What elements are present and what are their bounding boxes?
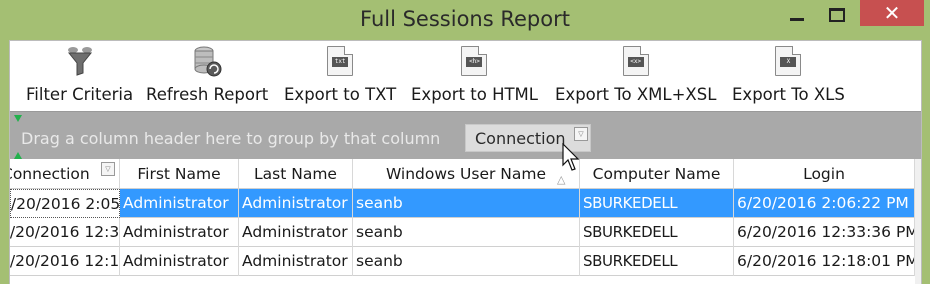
- client-area: Filter Criteria Refresh Report txt Expor…: [9, 40, 922, 284]
- grid-header: Connection ▽ First Name Last Name Window…: [10, 159, 921, 189]
- table-row[interactable]: 6/20/2016 12:17 Administrator Administra…: [10, 247, 921, 276]
- close-icon: ✕: [883, 1, 901, 25]
- cell-windows-user-name: seanb: [353, 189, 580, 218]
- close-button[interactable]: ✕: [860, 0, 924, 26]
- drop-indicator-down-icon: [14, 115, 22, 122]
- cell-computer-name: SBURKEDELL: [580, 218, 734, 247]
- export-xls-button[interactable]: X Export To XLS: [732, 45, 845, 107]
- export-txt-button[interactable]: txt Export to TXT: [284, 45, 396, 107]
- cell-connection: 6/20/2016 12:17: [10, 247, 120, 276]
- toolbar: Filter Criteria Refresh Report txt Expor…: [10, 41, 921, 109]
- filter-dropdown-icon[interactable]: ▽: [101, 162, 115, 176]
- cell-windows-user-name: seanb: [353, 218, 580, 247]
- column-header-first-name[interactable]: First Name: [120, 159, 239, 189]
- database-refresh-icon: [192, 45, 222, 77]
- maximize-button[interactable]: [820, 0, 854, 30]
- cell-login: 6/20/2016 12:33:36 PM: [734, 218, 915, 247]
- column-header-windows-user-name[interactable]: Windows User Name: [353, 159, 580, 189]
- cell-connection: 6/20/2016 2:05:5: [10, 189, 120, 218]
- export-txt-label: Export to TXT: [284, 85, 397, 104]
- cell-computer-name: SBURKEDELL: [580, 247, 734, 276]
- column-header-login[interactable]: Login: [734, 159, 915, 189]
- cell-last-name: Administrator: [239, 189, 353, 218]
- sessions-grid: Connection ▽ First Name Last Name Window…: [10, 159, 921, 284]
- cell-login: 6/20/2016 12:18:01 PM: [734, 247, 915, 276]
- export-html-button[interactable]: <h> Export to HTML: [411, 45, 538, 107]
- dragged-column-label: Connection: [475, 129, 566, 148]
- title-bar[interactable]: Full Sessions Report ✕: [0, 0, 930, 38]
- export-xml-xsl-label: Export To XML+XSL: [555, 85, 717, 104]
- column-header-last-name[interactable]: Last Name: [239, 159, 353, 189]
- funnel-icon: [65, 45, 95, 77]
- refresh-report-label: Refresh Report: [146, 85, 269, 104]
- vertical-scrollbar[interactable]: [915, 159, 921, 284]
- table-row[interactable]: 6/20/2016 2:05:5 Administrator Administr…: [10, 189, 921, 218]
- column-header-computer-name[interactable]: Computer Name: [580, 159, 734, 189]
- minimize-icon: [790, 17, 804, 21]
- cell-connection: 6/20/2016 12:33: [10, 218, 120, 247]
- filter-criteria-button[interactable]: Filter Criteria: [26, 45, 133, 107]
- sort-indicator-icon: △: [557, 173, 566, 186]
- group-by-panel[interactable]: Drag a column header here to group by th…: [10, 111, 921, 159]
- xml-file-icon: <x>: [621, 45, 651, 77]
- export-xml-xsl-button[interactable]: <x> Export To XML+XSL: [555, 45, 716, 107]
- export-html-label: Export to HTML: [411, 85, 538, 104]
- cell-login: 6/20/2016 2:06:22 PM: [734, 189, 915, 218]
- cell-computer-name: SBURKEDELL: [580, 189, 734, 218]
- cell-first-name: Administrator: [120, 189, 239, 218]
- table-row[interactable]: 6/20/2016 12:33 Administrator Administra…: [10, 218, 921, 247]
- txt-file-icon: txt: [325, 45, 355, 77]
- report-window: Full Sessions Report ✕ Filter Criteria R…: [0, 0, 930, 284]
- cell-windows-user-name: seanb: [353, 247, 580, 276]
- column-header-connection[interactable]: Connection ▽: [10, 159, 120, 189]
- cell-last-name: Administrator: [239, 218, 353, 247]
- maximize-icon: [829, 8, 845, 22]
- minimize-button[interactable]: [780, 0, 814, 30]
- xls-file-icon: X: [773, 45, 803, 77]
- cell-last-name: Administrator: [239, 247, 353, 276]
- filter-criteria-label: Filter Criteria: [26, 85, 134, 104]
- cell-first-name: Administrator: [120, 247, 239, 276]
- html-file-icon: <h>: [459, 45, 489, 77]
- cell-first-name: Administrator: [120, 218, 239, 247]
- refresh-report-button[interactable]: Refresh Report: [146, 45, 268, 107]
- mouse-cursor-icon: [562, 143, 580, 171]
- group-by-hint: Drag a column header here to group by th…: [21, 129, 441, 148]
- filter-dropdown-icon[interactable]: ▽: [574, 127, 588, 141]
- export-xls-label: Export To XLS: [732, 85, 845, 104]
